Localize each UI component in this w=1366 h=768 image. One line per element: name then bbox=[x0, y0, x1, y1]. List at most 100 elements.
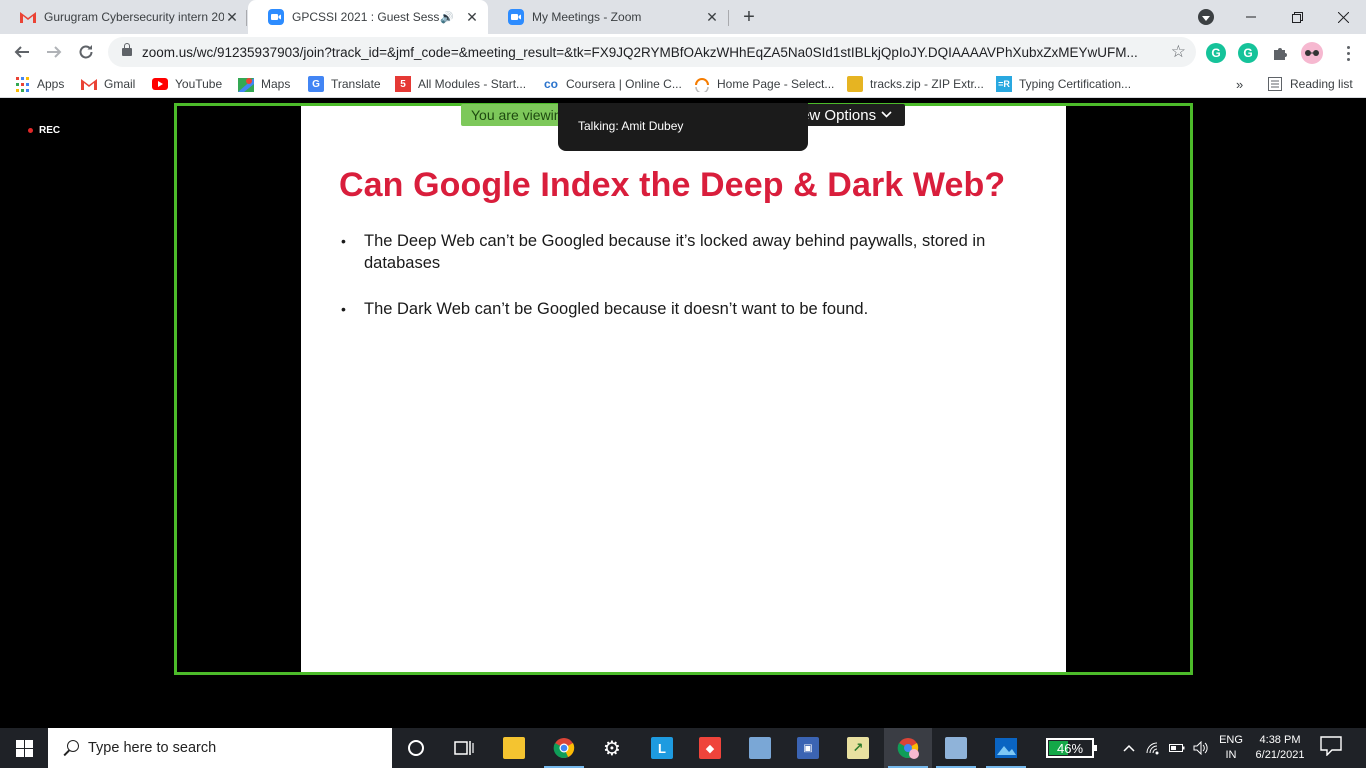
remote-app-button[interactable]: ▣ bbox=[784, 728, 832, 768]
bookmark-label: Coursera | Online C... bbox=[566, 77, 682, 91]
gmail-icon bbox=[20, 9, 36, 25]
anydesk-button[interactable]: ◆ bbox=[686, 728, 734, 768]
bookmark-label: YouTube bbox=[175, 77, 223, 91]
wifi-button[interactable] bbox=[1142, 728, 1164, 768]
bookmark-maps[interactable]: Maps bbox=[238, 74, 290, 94]
tab-gmail[interactable]: Gurugram Cybersecurity intern 2021 ✕ bbox=[0, 0, 248, 34]
close-icon[interactable]: ✕ bbox=[464, 9, 480, 25]
bookmark-translate[interactable]: G Translate bbox=[308, 74, 381, 94]
wifi-icon bbox=[1146, 742, 1159, 755]
network-app-button[interactable] bbox=[736, 728, 784, 768]
gear-icon: ⚙ bbox=[603, 737, 621, 760]
tab-title: Gurugram Cybersecurity intern 2021 bbox=[44, 10, 224, 24]
search-icon bbox=[62, 739, 80, 757]
bookmark-typing-certification[interactable]: =R Typing Certification... bbox=[996, 74, 1131, 94]
action-center-button[interactable] bbox=[1320, 736, 1344, 760]
url-text[interactable]: zoom.us/wc/91235937903/join?track_id=&jm… bbox=[142, 45, 1152, 60]
modules-icon: 5 bbox=[395, 76, 411, 92]
bookmark-label: All Modules - Start... bbox=[418, 77, 527, 91]
bookmark-label: Typing Certification... bbox=[1019, 77, 1132, 91]
screen-share-frame: Can Google Index the Deep & Dark Web? Th… bbox=[174, 103, 1193, 675]
volume-icon bbox=[1193, 741, 1208, 755]
language-code: ENG bbox=[1219, 734, 1243, 746]
taskbar-search-box[interactable]: Type here to search bbox=[48, 728, 392, 768]
chrome-taskbar-button[interactable] bbox=[540, 728, 588, 768]
cortana-icon bbox=[408, 740, 424, 756]
tab-title: GPCSSI 2021 : Guest Session bbox=[292, 10, 441, 24]
bookmark-coursera[interactable]: co Coursera | Online C... bbox=[543, 74, 682, 94]
forward-button[interactable] bbox=[40, 38, 68, 66]
rec-label: REC bbox=[39, 125, 61, 136]
task-view-button[interactable] bbox=[440, 728, 488, 768]
bookmark-youtube[interactable]: YouTube bbox=[152, 74, 222, 94]
chrome-profile-taskbar-button[interactable] bbox=[884, 728, 932, 768]
speaker-icon[interactable]: 🔊 bbox=[440, 11, 454, 24]
reading-list-icon bbox=[1267, 76, 1283, 92]
editor-taskbar-button[interactable] bbox=[932, 728, 980, 768]
battery-percent: 46% bbox=[1056, 740, 1084, 756]
bookmark-home-page[interactable]: Home Page - Select... bbox=[694, 74, 834, 94]
start-button[interactable] bbox=[0, 728, 48, 768]
battery-status-icon bbox=[1169, 744, 1185, 752]
back-button[interactable] bbox=[8, 38, 36, 66]
power-button[interactable] bbox=[1166, 728, 1188, 768]
viewing-screen-banner: You are viewing bbox=[461, 104, 561, 126]
notepad-chart-button[interactable]: ↗ bbox=[834, 728, 882, 768]
bookmark-label: Apps bbox=[37, 77, 65, 91]
grammarly-icon[interactable]: G bbox=[1206, 43, 1226, 63]
restore-button[interactable] bbox=[1274, 0, 1320, 34]
tab-gpcssi-guest-session[interactable]: GPCSSI 2021 : Guest Session 🔊 ✕ bbox=[248, 0, 488, 34]
bookmark-all-modules[interactable]: 5 All Modules - Start... bbox=[395, 74, 526, 94]
typing-icon: =R bbox=[996, 76, 1012, 92]
windows-taskbar: Type here to search ⚙ L ◆ ▣ ↗ 46% ENG IN… bbox=[0, 728, 1366, 768]
apps-grid-icon bbox=[14, 76, 30, 92]
reading-list-label: Reading list bbox=[1290, 77, 1353, 91]
lock-icon[interactable] bbox=[122, 43, 132, 56]
reading-list-button[interactable]: Reading list bbox=[1267, 74, 1353, 94]
chrome-menu-icon[interactable] bbox=[1338, 42, 1358, 64]
bookmark-gmail[interactable]: Gmail bbox=[81, 74, 135, 94]
settings-button[interactable]: ⚙ bbox=[588, 728, 636, 768]
close-window-button[interactable] bbox=[1320, 0, 1366, 34]
bookmark-tracks-zip[interactable]: tracks.zip - ZIP Extr... bbox=[847, 74, 984, 94]
tab-my-meetings-zoom[interactable]: My Meetings - Zoom ✕ bbox=[488, 0, 728, 34]
minimize-button[interactable] bbox=[1228, 0, 1274, 34]
translate-icon: G bbox=[308, 76, 324, 92]
close-icon[interactable]: ✕ bbox=[704, 9, 720, 25]
photos-taskbar-button[interactable] bbox=[982, 728, 1030, 768]
photos-icon bbox=[995, 738, 1017, 758]
bookmark-apps[interactable]: Apps bbox=[14, 74, 64, 94]
battery-indicator[interactable]: 46% bbox=[1046, 738, 1097, 758]
slide-bullet: The Dark Web can’t be Googled because it… bbox=[339, 298, 1039, 320]
input-language-button[interactable]: ENG IN bbox=[1214, 733, 1248, 763]
zoom-icon bbox=[268, 9, 284, 25]
extensions-puzzle-icon[interactable] bbox=[1270, 43, 1290, 63]
address-bar[interactable]: zoom.us/wc/91235937903/join?track_id=&jm… bbox=[108, 37, 1196, 67]
tab-search-icon[interactable] bbox=[1198, 9, 1214, 25]
language-region: IN bbox=[1225, 749, 1237, 761]
view-options-button[interactable]: View Options bbox=[788, 104, 905, 126]
new-tab-button[interactable]: + bbox=[737, 5, 761, 29]
close-icon[interactable]: ✕ bbox=[224, 9, 240, 25]
homepage-icon bbox=[694, 76, 710, 92]
tab-divider bbox=[246, 10, 247, 26]
volume-button[interactable] bbox=[1190, 728, 1212, 768]
search-placeholder: Type here to search bbox=[88, 740, 217, 756]
reload-button[interactable] bbox=[72, 38, 100, 66]
bookmark-label: Translate bbox=[331, 77, 381, 91]
chevron-down-icon bbox=[881, 109, 892, 121]
bookmarks-overflow-button[interactable]: » bbox=[1236, 74, 1243, 94]
file-explorer-button[interactable] bbox=[490, 728, 538, 768]
task-view-icon bbox=[454, 741, 474, 755]
grammarly-extension-icon[interactable]: G bbox=[1238, 43, 1258, 63]
bookmark-star-icon[interactable]: ☆ bbox=[1171, 42, 1186, 62]
l-app-button[interactable]: L bbox=[638, 728, 686, 768]
clock-button[interactable]: 4:38 PM 6/21/2021 bbox=[1252, 733, 1308, 763]
bookmark-label: Maps bbox=[261, 77, 291, 91]
show-hidden-icons-button[interactable] bbox=[1118, 728, 1140, 768]
network-computer-icon bbox=[749, 737, 771, 759]
cortana-button[interactable] bbox=[392, 728, 440, 768]
slide-bullet: The Deep Web can’t be Googled because it… bbox=[339, 230, 1039, 274]
zip-icon bbox=[847, 76, 863, 92]
profile-avatar[interactable] bbox=[1301, 42, 1323, 64]
